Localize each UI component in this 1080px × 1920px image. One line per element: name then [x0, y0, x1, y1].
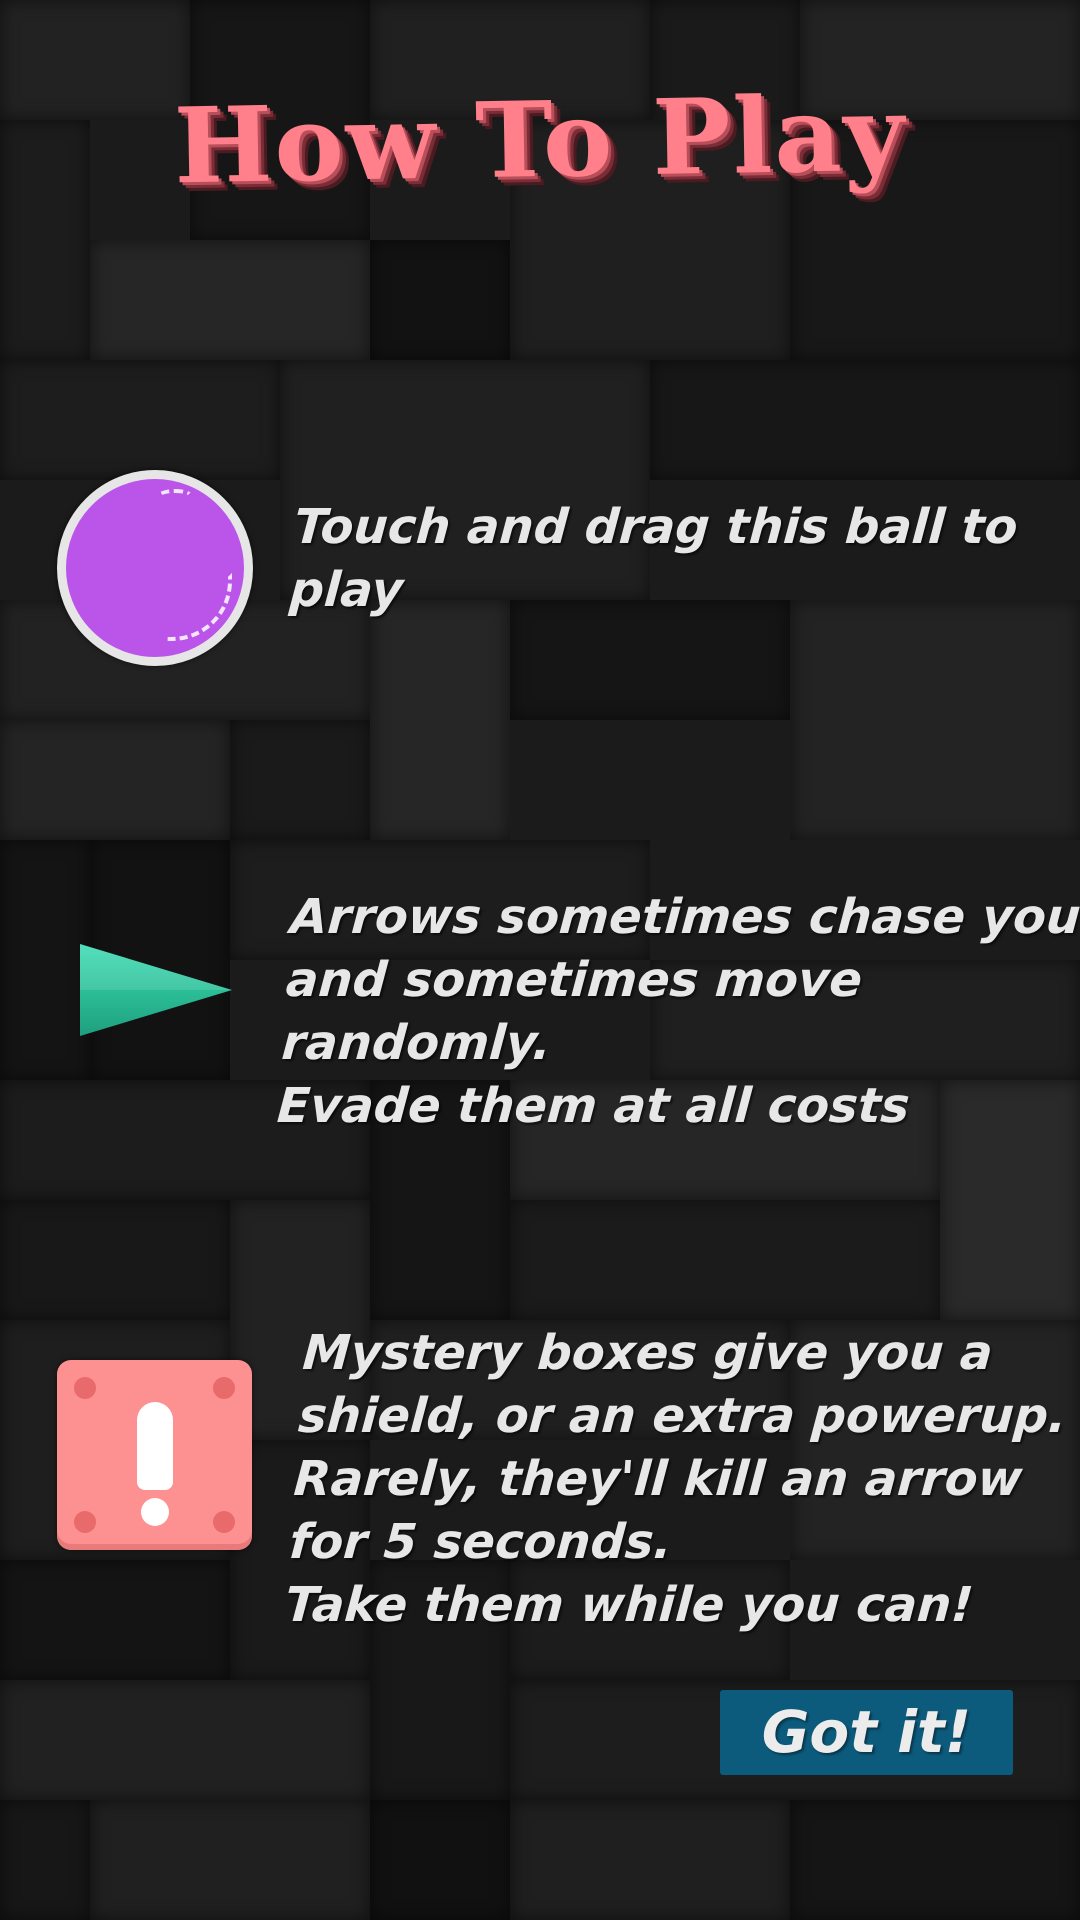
instruction-text: Mystery boxes give you a shield, or an e… [283, 1325, 1069, 1633]
instruction-text: Touch and drag this ball to play [287, 499, 1020, 618]
got-it-button[interactable]: Got it! [720, 1690, 1013, 1775]
instruction-text: Arrows sometimes chase you and sometimes… [275, 889, 1080, 1134]
green-arrow-icon [80, 944, 232, 1036]
purple-ball-icon [57, 470, 253, 666]
page-title: How To Play [173, 71, 907, 208]
exclamation-icon [137, 1402, 173, 1490]
mystery-box-icon [57, 1360, 252, 1550]
